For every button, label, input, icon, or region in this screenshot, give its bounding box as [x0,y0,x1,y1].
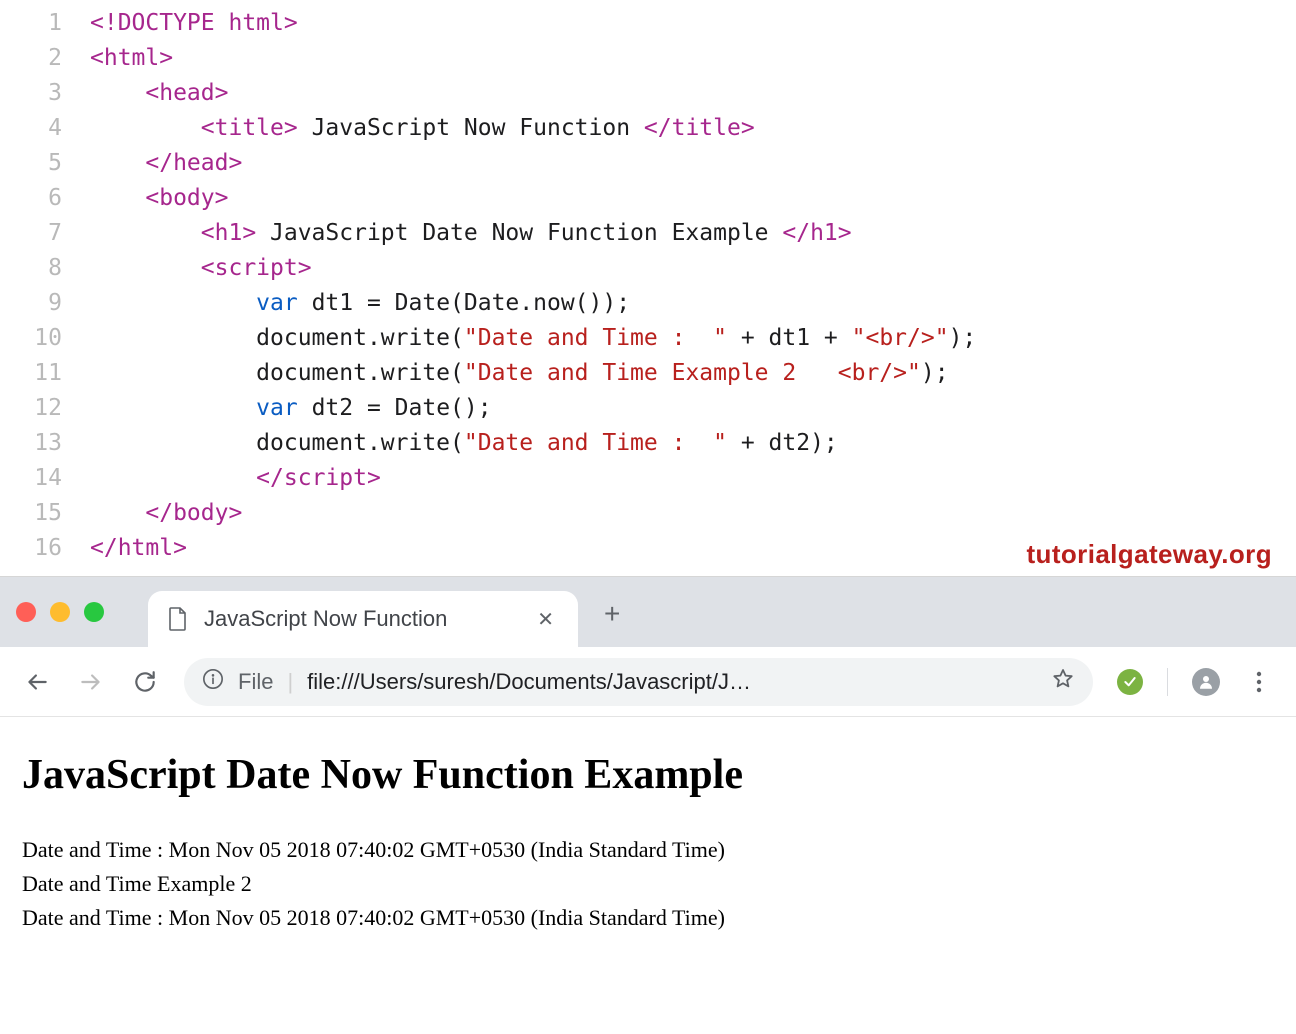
output-line-2: Date and Time Example 2 [22,867,1274,901]
code-content: </head> [90,146,242,181]
line-number: 10 [0,321,90,356]
code-content: var dt2 = Date(); [90,391,492,426]
code-content: <html> [90,41,173,76]
profile-button[interactable] [1192,668,1220,696]
code-editor: 1<!DOCTYPE html>2<html>3 <head>4 <title>… [0,0,1296,576]
browser-tab[interactable]: JavaScript Now Function ✕ [148,591,578,647]
code-line: 6 <body> [0,181,1296,216]
reload-button[interactable] [130,667,160,697]
code-line: 5 </head> [0,146,1296,181]
code-content: <!DOCTYPE html> [90,6,298,41]
extension-badge[interactable] [1117,669,1143,695]
kebab-menu-button[interactable] [1244,667,1274,697]
output-line-3: Date and Time : Mon Nov 05 2018 07:40:02… [22,901,1274,935]
code-line: 14 </script> [0,461,1296,496]
code-content: document.write("Date and Time : " + dt1 … [90,321,976,356]
close-window-button[interactable] [16,602,36,622]
page-heading: JavaScript Date Now Function Example [22,751,1274,799]
watermark: tutorialgateway.org [1027,539,1273,570]
page-content: JavaScript Date Now Function Example Dat… [0,717,1296,969]
page-icon [168,607,188,631]
omnibox-scheme: File [238,669,273,695]
line-number: 6 [0,181,90,216]
tab-title: JavaScript Now Function [204,606,521,632]
code-line: 9 var dt1 = Date(Date.now()); [0,286,1296,321]
code-line: 4 <title> JavaScript Now Function </titl… [0,111,1296,146]
line-number: 4 [0,111,90,146]
code-content: </html> [90,531,187,566]
line-number: 1 [0,6,90,41]
line-number: 5 [0,146,90,181]
code-line: 12 var dt2 = Date(); [0,391,1296,426]
code-line: 1<!DOCTYPE html> [0,6,1296,41]
code-line: 10 document.write("Date and Time : " + d… [0,321,1296,356]
line-number: 15 [0,496,90,531]
forward-button[interactable] [76,667,106,697]
line-number: 7 [0,216,90,251]
code-line: 2<html> [0,41,1296,76]
address-bar[interactable]: File | file:///Users/suresh/Documents/Ja… [184,658,1093,706]
back-button[interactable] [22,667,52,697]
line-number: 2 [0,41,90,76]
browser-window: JavaScript Now Function ✕ + File | file:… [0,576,1296,969]
code-content: <head> [90,76,228,111]
line-number: 3 [0,76,90,111]
line-number: 16 [0,531,90,566]
omnibox-separator: | [287,669,293,695]
code-line: 8 <script> [0,251,1296,286]
code-content: document.write("Date and Time : " + dt2)… [90,426,838,461]
omnibox-url: file:///Users/suresh/Documents/Javascrip… [307,669,1037,695]
code-line: 3 <head> [0,76,1296,111]
close-tab-button[interactable]: ✕ [537,607,554,632]
line-number: 9 [0,286,90,321]
window-controls [16,602,104,622]
tab-strip: JavaScript Now Function ✕ + [0,577,1296,647]
star-icon[interactable] [1051,667,1075,697]
code-content: document.write("Date and Time Example 2 … [90,356,949,391]
minimize-window-button[interactable] [50,602,70,622]
code-content: <script> [90,251,312,286]
line-number: 8 [0,251,90,286]
code-content: <body> [90,181,228,216]
code-content: var dt1 = Date(Date.now()); [90,286,630,321]
line-number: 13 [0,426,90,461]
output-line-1: Date and Time : Mon Nov 05 2018 07:40:02… [22,833,1274,867]
line-number: 14 [0,461,90,496]
code-content: </script> [90,461,381,496]
browser-toolbar: File | file:///Users/suresh/Documents/Ja… [0,647,1296,717]
code-content: <title> JavaScript Now Function </title> [90,111,755,146]
code-content: </body> [90,496,242,531]
line-number: 12 [0,391,90,426]
info-icon [202,668,224,696]
code-line: 13 document.write("Date and Time : " + d… [0,426,1296,461]
line-number: 11 [0,356,90,391]
code-content: <h1> JavaScript Date Now Function Exampl… [90,216,852,251]
new-tab-button[interactable]: + [604,600,620,628]
code-line: 7 <h1> JavaScript Date Now Function Exam… [0,216,1296,251]
code-line: 15 </body> [0,496,1296,531]
toolbar-divider [1167,668,1168,696]
code-line: 11 document.write("Date and Time Example… [0,356,1296,391]
maximize-window-button[interactable] [84,602,104,622]
